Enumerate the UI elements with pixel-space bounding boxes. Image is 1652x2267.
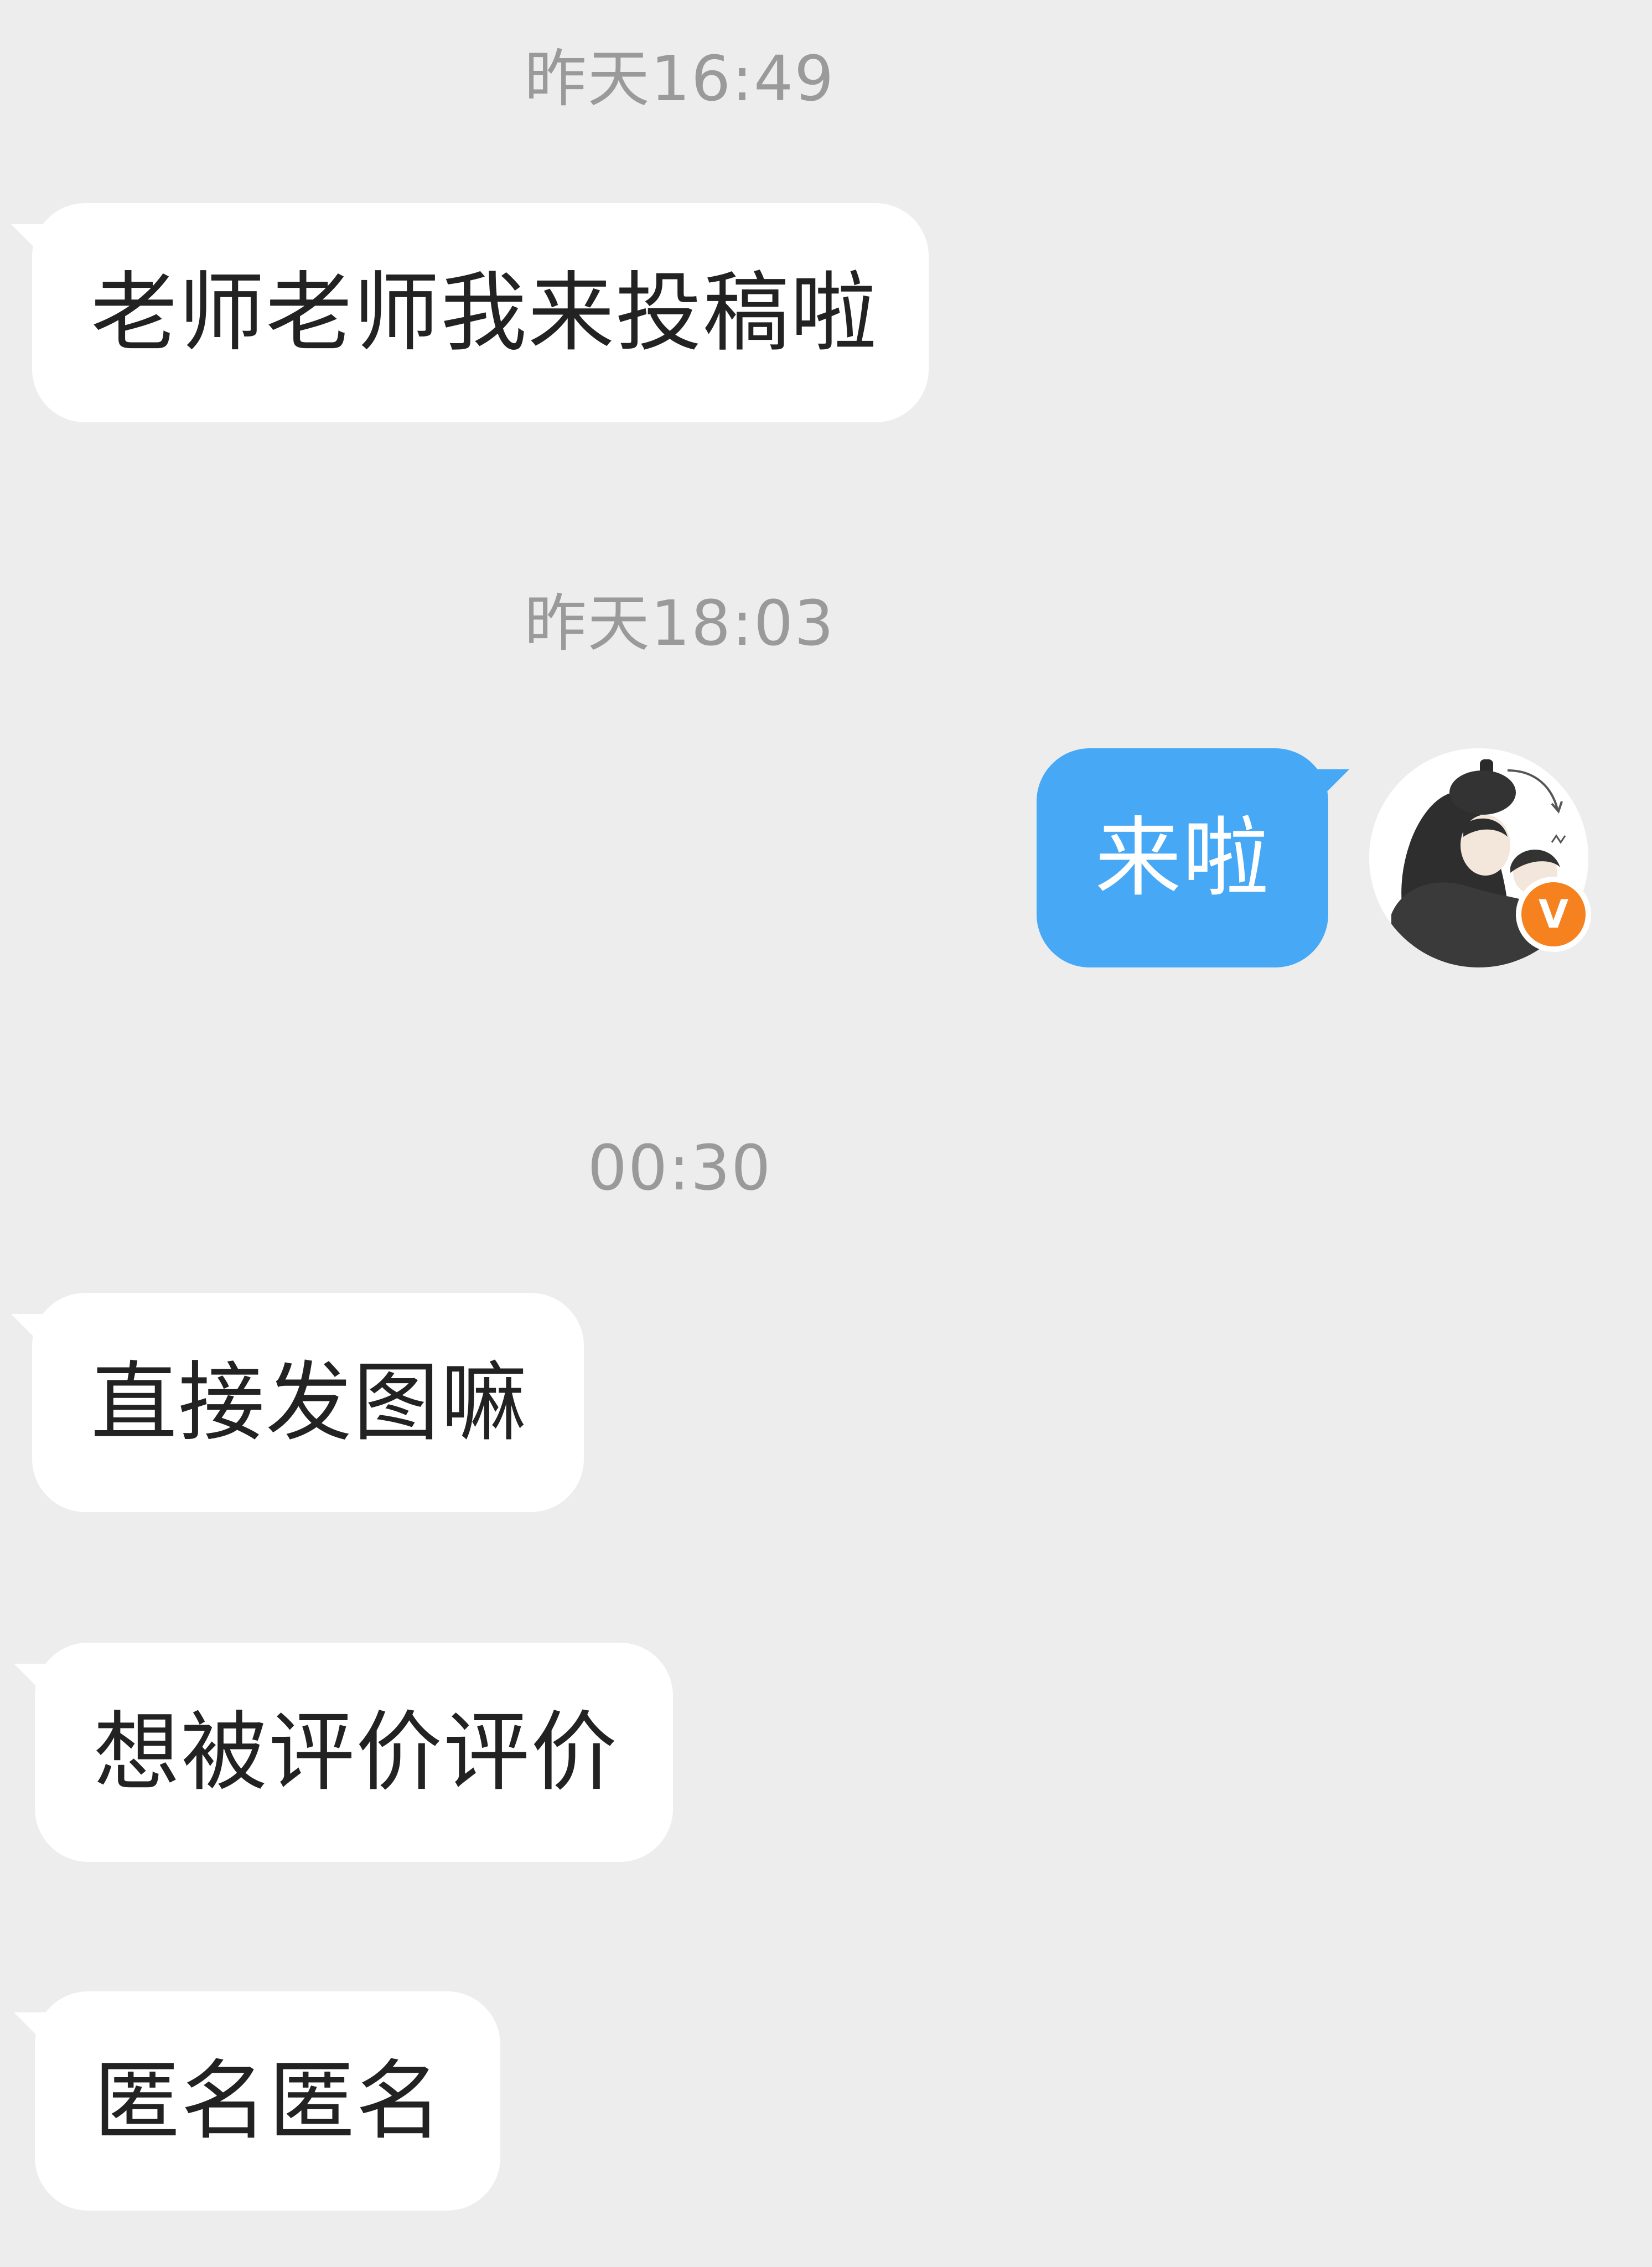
message-bubble-incoming[interactable]: 直接发图嘛 xyxy=(11,1293,584,1512)
message-bubble-incoming[interactable]: 老师老师我来投稿啦 xyxy=(11,203,929,422)
message-bubble-incoming[interactable]: 想被评价评价 xyxy=(14,1643,673,1862)
message-bubble-outgoing[interactable]: 来啦 xyxy=(1037,748,1349,967)
verified-v-icon: V xyxy=(1521,882,1586,946)
timestamp: 昨天18:03 xyxy=(524,588,835,660)
message-bubble-incoming[interactable]: 匿名匿名 xyxy=(14,1991,500,2211)
avatar[interactable]: V xyxy=(1369,748,1591,967)
badge-letter: V xyxy=(1539,892,1568,937)
verified-badge: V xyxy=(1516,877,1591,952)
timestamp: 昨天16:49 xyxy=(524,43,835,115)
timestamp: 00:30 xyxy=(587,1132,772,1204)
